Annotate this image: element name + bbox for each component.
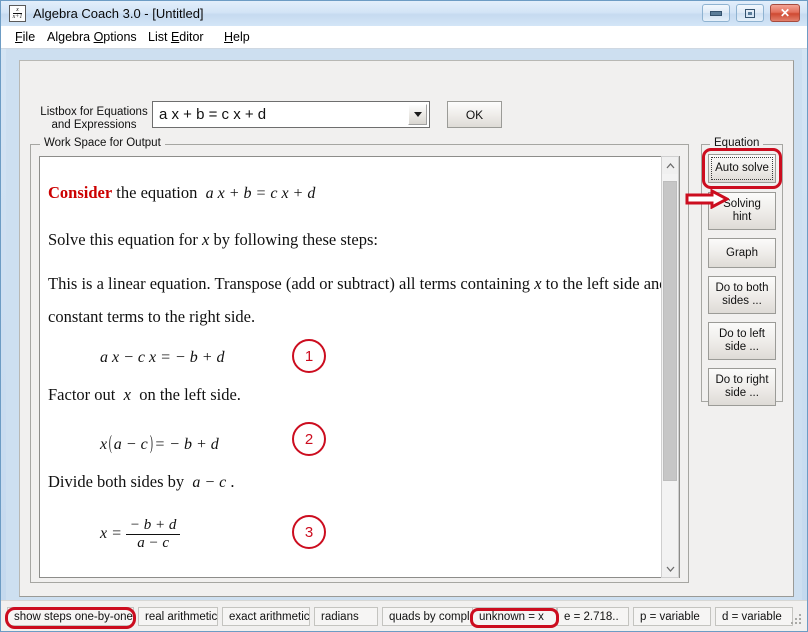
- status-cell-show-steps[interactable]: show steps one-by-one: [7, 607, 134, 626]
- workspace-content: Consider the equation a x + b = c x + d …: [40, 157, 679, 578]
- equation-step-2: x(a − c) = − b + d: [100, 432, 219, 455]
- status-cell-e-constant[interactable]: e = 2.718..: [557, 607, 629, 626]
- consider-keyword: Consider: [48, 183, 113, 202]
- close-button[interactable]: ✕: [770, 4, 800, 22]
- line-divide-both: Divide both sides by a − c .: [48, 472, 235, 492]
- linear-var: x: [534, 274, 542, 293]
- mdi-client-area: Listbox for Equations and Expressions a …: [6, 49, 802, 603]
- factor-post: on the left side.: [139, 385, 241, 404]
- annotation-arrow-to-equation-panel: [685, 188, 731, 210]
- linear-pre: This is a linear equation. Transpose (ad…: [48, 274, 531, 293]
- maximize-icon: [737, 5, 763, 21]
- algebra-fraction-icon: x x+1: [9, 5, 26, 22]
- do-to-right-side-label: Do to right side ...: [715, 374, 769, 399]
- workspace-output-area[interactable]: Consider the equation a x + b = c x + d …: [39, 156, 680, 578]
- focus-outline: [711, 157, 773, 180]
- solved-var: x: [265, 577, 272, 578]
- divide-pre: Divide both sides by: [48, 472, 185, 491]
- solved-post: .: [280, 577, 284, 578]
- equation-step-1: a x − c x = − b + d: [100, 349, 225, 366]
- factor-pre: Factor out: [48, 385, 116, 404]
- status-bar: show steps one-by-one real arithmetic ex…: [1, 600, 807, 631]
- fraction-numerator: − b + d: [129, 517, 177, 533]
- status-cell-radians[interactable]: radians: [314, 607, 378, 626]
- eq3-lead: x =: [100, 525, 122, 543]
- consider-equation: a x + b = c x + d: [205, 185, 316, 202]
- divide-post: .: [230, 472, 235, 491]
- solved-pre: This equation is now solved for: [48, 577, 257, 578]
- equation-step-3: x = − b + d a − c: [100, 517, 181, 552]
- application-window: x x+1 Algebra Coach 3.0 - [Untitled] ✕ F…: [0, 0, 808, 632]
- solve-for-var: x: [201, 230, 210, 249]
- line-solved: This equation is now solved for x .: [48, 577, 284, 578]
- status-cell-real-arithmetic[interactable]: real arithmetic: [138, 607, 218, 626]
- paren-close-icon: ): [149, 432, 153, 454]
- menu-bar: File Algebra Options List Editor Help: [1, 26, 807, 49]
- do-to-right-side-button[interactable]: Do to right side ...: [708, 368, 776, 406]
- do-to-left-side-label: Do to left side ...: [718, 328, 766, 353]
- factor-var: x: [123, 385, 131, 404]
- eq2-lead: x: [100, 436, 108, 453]
- paren-open-icon: (: [108, 432, 112, 454]
- solve-for-post: by following these steps:: [213, 230, 378, 249]
- minimize-button[interactable]: [702, 4, 730, 22]
- line-linear-2: constant terms to the right side.: [48, 307, 256, 326]
- fraction-denominator: a − c: [125, 534, 181, 552]
- workspace-scrollbar[interactable]: [661, 156, 679, 578]
- eq2-inner: a − c: [113, 436, 148, 453]
- window-title: Algebra Coach 3.0 - [Untitled]: [33, 6, 204, 21]
- line-consider: Consider the equation a x + b = c x + d: [48, 183, 315, 203]
- graph-label: Graph: [726, 246, 758, 259]
- equation-combobox[interactable]: a x + b = c x + d: [152, 101, 430, 128]
- resize-grip-icon[interactable]: [789, 614, 803, 628]
- close-icon: ✕: [779, 6, 791, 20]
- line-factor-out: Factor out x on the left side.: [48, 385, 241, 405]
- consider-rest: the equation: [116, 183, 198, 202]
- equation-combobox-value: a x + b = c x + d: [159, 106, 267, 123]
- workspace-group-label: Work Space for Output: [40, 136, 165, 150]
- eq2-tail: = − b + d: [154, 436, 219, 453]
- status-cell-p-variable[interactable]: p = variable: [633, 607, 711, 626]
- listbox-label: Listbox for Equations and Expressions: [34, 106, 154, 132]
- status-cell-unknown[interactable]: unknown = x: [472, 607, 557, 626]
- listbox-label-line2: and Expressions: [51, 119, 137, 131]
- menu-item-list-editor[interactable]: List Editor: [144, 29, 208, 45]
- fraction: − b + d a − c: [125, 517, 181, 552]
- step-marker-3: 3: [292, 515, 326, 549]
- chevron-down-icon[interactable]: [408, 104, 427, 125]
- scroll-up-button[interactable]: [662, 157, 678, 174]
- title-bar: x x+1 Algebra Coach 3.0 - [Untitled] ✕: [1, 1, 807, 27]
- do-to-left-side-button[interactable]: Do to left side ...: [708, 322, 776, 360]
- ok-button[interactable]: OK: [447, 101, 502, 128]
- document-child-window: Listbox for Equations and Expressions a …: [19, 60, 794, 597]
- linear-post: to the left side and all: [545, 274, 680, 293]
- step-marker-1: 1: [292, 339, 326, 373]
- auto-solve-button[interactable]: Auto solve: [708, 154, 776, 183]
- line-linear-1: This is a linear equation. Transpose (ad…: [48, 274, 680, 294]
- do-to-both-sides-label: Do to both sides ...: [715, 282, 769, 307]
- divide-expr: a − c: [192, 474, 227, 491]
- solve-for-pre: Solve this equation for: [48, 230, 198, 249]
- menu-item-help[interactable]: Help: [220, 29, 254, 45]
- step-marker-2: 2: [292, 422, 326, 456]
- menu-item-file[interactable]: File: [11, 29, 39, 45]
- minimize-icon: [703, 5, 729, 21]
- do-to-both-sides-button[interactable]: Do to both sides ...: [708, 276, 776, 314]
- line-solve-for: Solve this equation for x by following t…: [48, 230, 378, 250]
- menu-item-algebra-options[interactable]: Algebra Options: [43, 29, 141, 45]
- scroll-down-button[interactable]: [662, 560, 678, 577]
- scrollbar-thumb[interactable]: [663, 181, 677, 481]
- listbox-label-line1: Listbox for Equations: [40, 106, 148, 118]
- graph-button[interactable]: Graph: [708, 238, 776, 268]
- status-cell-d-variable[interactable]: d = variable: [715, 607, 793, 626]
- maximize-button[interactable]: [736, 4, 764, 22]
- equation-group-label: Equation: [710, 136, 764, 150]
- status-cell-exact-arithmetic[interactable]: exact arithmetic: [222, 607, 310, 626]
